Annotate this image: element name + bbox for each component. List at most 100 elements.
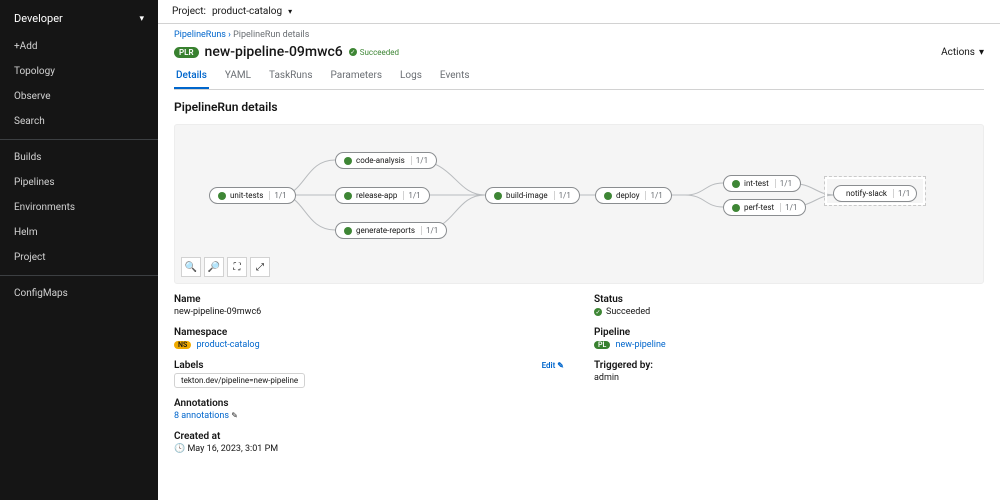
namespace-key: Namespace bbox=[174, 327, 564, 338]
node-code-analysis[interactable]: code-analysis 1/1 bbox=[335, 152, 437, 169]
node-label: release-app bbox=[356, 191, 397, 200]
namespace-badge: NS bbox=[174, 341, 191, 349]
pencil-icon[interactable]: ✎ bbox=[231, 411, 238, 420]
node-label: int-test bbox=[744, 179, 769, 188]
pipeline-badge: PL bbox=[594, 341, 610, 349]
breadcrumb-root[interactable]: PipelineRuns bbox=[174, 30, 226, 40]
node-label: code-analysis bbox=[356, 156, 405, 165]
node-label: perf-test bbox=[744, 203, 774, 212]
sidebar-item-project[interactable]: Project bbox=[0, 246, 158, 269]
sidebar-item-pipelines[interactable]: Pipelines bbox=[0, 171, 158, 194]
node-release-app[interactable]: release-app 1/1 bbox=[335, 187, 430, 204]
chevron-down-icon: ▾ bbox=[979, 47, 984, 58]
success-icon bbox=[218, 192, 226, 200]
node-build-image[interactable]: build-image 1/1 bbox=[485, 187, 580, 204]
zoom-out-button[interactable]: 🔎 bbox=[204, 257, 224, 277]
success-icon bbox=[494, 192, 502, 200]
pipeline-link[interactable]: new-pipeline bbox=[616, 340, 666, 350]
actions-label: Actions bbox=[941, 47, 975, 58]
node-ratio: 1/1 bbox=[554, 191, 571, 200]
sidebar: Developer ▾ +Add Topology Observe Search… bbox=[0, 0, 158, 500]
clock-icon: 🕓 bbox=[174, 444, 185, 454]
labels-key: Labels bbox=[174, 360, 204, 371]
divider bbox=[0, 275, 158, 276]
created-value: May 16, 2023, 3:01 PM bbox=[187, 444, 278, 454]
node-unit-tests[interactable]: unit-tests 1/1 bbox=[209, 187, 296, 204]
page-title: new-pipeline-09mwc6 bbox=[205, 44, 343, 60]
sidebar-item-configmaps[interactable]: ConfigMaps bbox=[0, 282, 158, 305]
section-heading: PipelineRun details bbox=[174, 100, 984, 114]
namespace-link[interactable]: product-catalog bbox=[196, 340, 259, 350]
node-label: generate-reports bbox=[356, 226, 415, 235]
status-key: Status bbox=[594, 294, 984, 305]
reset-button[interactable]: ⤢ bbox=[250, 257, 270, 277]
pipeline-key: Pipeline bbox=[594, 327, 984, 338]
success-icon: ✓ bbox=[349, 48, 357, 56]
sidebar-item-search[interactable]: Search bbox=[0, 110, 158, 133]
project-value: product-catalog bbox=[212, 6, 282, 17]
node-label: unit-tests bbox=[230, 191, 263, 200]
status-badge: ✓ Succeeded bbox=[349, 48, 399, 57]
project-bar[interactable]: Project: product-catalog ▾ bbox=[158, 0, 1000, 24]
breadcrumb: PipelineRuns › PipelineRun details bbox=[174, 30, 984, 40]
resource-badge: PLR bbox=[174, 47, 199, 58]
success-icon bbox=[344, 192, 352, 200]
node-notify-slack[interactable]: notify-slack 1/1 bbox=[833, 185, 917, 202]
zoom-in-button[interactable]: 🔍 bbox=[181, 257, 201, 277]
node-generate-reports[interactable]: generate-reports 1/1 bbox=[335, 222, 447, 239]
annotations-key: Annotations bbox=[174, 398, 564, 409]
success-icon bbox=[344, 157, 352, 165]
sidebar-item-environments[interactable]: Environments bbox=[0, 196, 158, 219]
success-icon bbox=[604, 192, 612, 200]
fit-button[interactable]: ⛶ bbox=[227, 257, 247, 277]
node-ratio: 1/1 bbox=[893, 189, 910, 198]
node-int-test[interactable]: int-test 1/1 bbox=[723, 175, 801, 192]
node-ratio: 1/1 bbox=[421, 226, 438, 235]
node-highlight: notify-slack 1/1 bbox=[825, 177, 925, 205]
pipeline-graph[interactable]: unit-tests 1/1 code-analysis 1/1 release… bbox=[174, 124, 984, 284]
node-ratio: 1/1 bbox=[403, 191, 420, 200]
triggered-value: admin bbox=[594, 373, 984, 383]
node-deploy[interactable]: deploy 1/1 bbox=[595, 187, 672, 204]
divider bbox=[0, 139, 158, 140]
project-label: Project: bbox=[172, 6, 206, 17]
success-icon bbox=[344, 227, 352, 235]
status-text: Succeeded bbox=[360, 48, 399, 57]
breadcrumb-current: PipelineRun details bbox=[233, 30, 309, 40]
name-key: Name bbox=[174, 294, 564, 305]
edit-labels-link[interactable]: Edit ✎ bbox=[542, 361, 564, 370]
tab-events[interactable]: Events bbox=[438, 64, 472, 89]
node-ratio: 1/1 bbox=[411, 156, 428, 165]
tab-taskruns[interactable]: TaskRuns bbox=[267, 64, 314, 89]
status-value: Succeeded bbox=[606, 307, 650, 317]
node-label: deploy bbox=[616, 191, 639, 200]
sidebar-item-helm[interactable]: Helm bbox=[0, 221, 158, 244]
node-perf-test[interactable]: perf-test 1/1 bbox=[723, 199, 806, 216]
name-value: new-pipeline-09mwc6 bbox=[174, 307, 564, 317]
success-icon bbox=[732, 204, 740, 212]
tab-yaml[interactable]: YAML bbox=[223, 64, 253, 89]
perspective-switcher[interactable]: Developer ▾ bbox=[0, 6, 158, 35]
label-chip[interactable]: tekton.dev/pipeline=new-pipeline bbox=[174, 373, 305, 388]
sidebar-item-topology[interactable]: Topology bbox=[0, 60, 158, 83]
triggered-key: Triggered by: bbox=[594, 360, 984, 371]
main-content: Project: product-catalog ▾ PipelineRuns … bbox=[158, 0, 1000, 500]
node-ratio: 1/1 bbox=[269, 191, 286, 200]
tab-logs[interactable]: Logs bbox=[398, 64, 424, 89]
node-ratio: 1/1 bbox=[645, 191, 662, 200]
chevron-down-icon: ▾ bbox=[288, 7, 292, 16]
sidebar-item-observe[interactable]: Observe bbox=[0, 85, 158, 108]
tabs: Details YAML TaskRuns Parameters Logs Ev… bbox=[174, 64, 984, 90]
actions-menu[interactable]: Actions ▾ bbox=[941, 47, 984, 58]
success-icon: ✓ bbox=[594, 308, 602, 316]
annotations-link[interactable]: 8 annotations bbox=[174, 411, 229, 421]
tab-details[interactable]: Details bbox=[174, 64, 209, 89]
node-ratio: 1/1 bbox=[780, 203, 797, 212]
created-key: Created at bbox=[174, 431, 564, 442]
sidebar-item-add[interactable]: +Add bbox=[0, 35, 158, 58]
chevron-down-icon: ▾ bbox=[139, 14, 144, 24]
perspective-label: Developer bbox=[14, 12, 63, 25]
sidebar-item-builds[interactable]: Builds bbox=[0, 146, 158, 169]
pencil-icon: ✎ bbox=[557, 361, 564, 370]
tab-parameters[interactable]: Parameters bbox=[329, 64, 385, 89]
